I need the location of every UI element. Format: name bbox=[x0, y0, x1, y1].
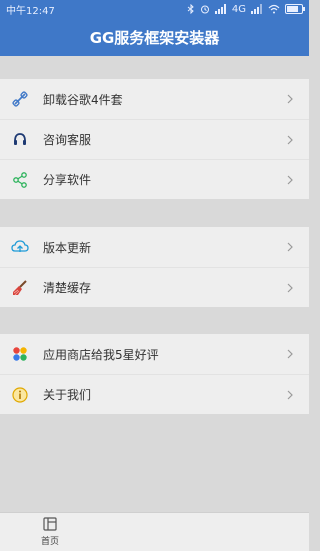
menu-item-clear-cache[interactable]: 清楚缓存 bbox=[0, 267, 309, 307]
status-bar: 中午12:47 4G bbox=[0, 0, 309, 18]
menu-item-label: 关于我们 bbox=[43, 388, 92, 402]
share-icon bbox=[11, 171, 29, 189]
status-icons: 4G bbox=[187, 3, 305, 15]
page-title: GG服务框架安装器 bbox=[89, 28, 220, 47]
menu-item-label: 分享软件 bbox=[43, 173, 92, 187]
link-icon bbox=[11, 90, 29, 108]
nav-tab-home[interactable]: 首页 bbox=[30, 517, 70, 549]
wifi-icon bbox=[268, 4, 280, 14]
menu-item-share[interactable]: 分享软件 bbox=[0, 159, 309, 199]
menu-item-customer-service[interactable]: 咨询客服 bbox=[0, 119, 309, 159]
menu-item-label: 清楚缓存 bbox=[43, 281, 92, 295]
nav-tab-home-label: 首页 bbox=[40, 537, 59, 547]
app-grid-icon bbox=[11, 345, 29, 363]
app-header: GG服务框架安装器 bbox=[0, 18, 309, 56]
menu-item-label: 咨询客服 bbox=[43, 133, 92, 147]
home-tab-icon bbox=[43, 517, 57, 531]
battery-icon bbox=[285, 4, 305, 14]
status-time: 中午12:47 bbox=[6, 5, 55, 17]
chevron-right-icon bbox=[287, 94, 293, 104]
menu-item-version-update[interactable]: 版本更新 bbox=[0, 227, 309, 267]
menu-group-2: 版本更新 清楚缓存 bbox=[0, 227, 309, 307]
bluetooth-icon bbox=[187, 4, 194, 14]
menu-item-about[interactable]: 关于我们 bbox=[0, 374, 309, 414]
chevron-right-icon bbox=[287, 283, 293, 292]
headset-icon bbox=[11, 131, 29, 149]
alarm-icon bbox=[200, 5, 209, 14]
chevron-right-icon bbox=[287, 242, 293, 252]
chevron-right-icon bbox=[287, 390, 293, 399]
menu-item-rate-app[interactable]: 应用商店给我5星好评 bbox=[0, 334, 309, 374]
cloud-upload-icon bbox=[11, 238, 29, 256]
signal-bars-icon bbox=[214, 4, 226, 14]
menu-item-uninstall-google[interactable]: 卸载谷歌4件套 bbox=[0, 79, 309, 119]
menu-group-1: 卸载谷歌4件套 咨询客服 分享软件 bbox=[0, 79, 309, 199]
chevron-right-icon bbox=[287, 349, 293, 359]
chevron-right-icon bbox=[287, 135, 293, 144]
broom-icon bbox=[11, 279, 29, 297]
menu-group-3: 应用商店给我5星好评 关于我们 bbox=[0, 334, 309, 414]
menu-item-label: 卸载谷歌4件套 bbox=[43, 92, 123, 107]
chevron-right-icon bbox=[287, 175, 293, 184]
network-type: 4G bbox=[231, 3, 246, 15]
signal-bars-icon-2 bbox=[251, 4, 262, 14]
menu-item-label: 版本更新 bbox=[43, 240, 92, 255]
menu-item-label: 应用商店给我5星好评 bbox=[43, 347, 159, 362]
bottom-nav: 首页 bbox=[0, 512, 309, 551]
info-icon bbox=[11, 386, 29, 404]
